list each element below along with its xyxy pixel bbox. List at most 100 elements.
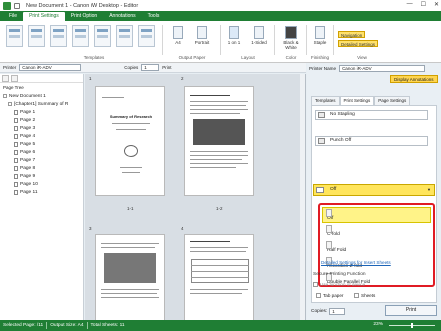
template-thumb[interactable] — [94, 25, 111, 47]
page-icon — [14, 133, 18, 139]
finishing-label: Finishing — [310, 55, 329, 60]
secure-function-checkbox[interactable]: Use function of device — [313, 282, 365, 287]
sheet-number: 1 — [89, 76, 92, 81]
preview-scrollbar[interactable] — [300, 74, 305, 320]
portrait-icon — [197, 26, 207, 39]
tree-page[interactable]: Page 11 — [0, 188, 83, 196]
printer-name-select[interactable]: Canon iR-ADV — [339, 64, 426, 72]
tree-page[interactable]: Page 8 — [0, 164, 83, 172]
tab-templates[interactable]: Templates — [311, 96, 340, 105]
zoom-level: 23% — [373, 322, 383, 327]
page-tree-title: Page Tree — [3, 85, 24, 90]
page-thumbnail-2[interactable] — [184, 86, 254, 196]
navigation-button[interactable]: Navigation — [338, 31, 366, 38]
secure-printing-title: Secure Printing Function — [313, 272, 366, 277]
title-bar: New Document 1 - Canon iW Desktop - Edit… — [0, 0, 441, 11]
tab-file[interactable]: File — [3, 12, 23, 21]
page-heading: Summary of Research — [109, 114, 153, 119]
template-thumb[interactable] — [6, 25, 23, 47]
printer-name-label: Printer Name — [309, 65, 337, 71]
display-annotations-button[interactable]: Display Annotations — [390, 75, 438, 83]
template-thumb[interactable] — [28, 25, 45, 47]
close-icon[interactable]: ✕ — [434, 1, 439, 8]
copies-label: Copies — [124, 65, 139, 70]
view-group: Navigation Detailed Settings View — [336, 23, 388, 60]
logo-image — [124, 145, 138, 157]
maximize-icon[interactable]: ☐ — [421, 1, 426, 8]
half-fold-icon — [326, 241, 332, 249]
ribbon-divider — [333, 25, 334, 55]
copies-row: Copies: 1 — [311, 307, 346, 316]
fold-option-c-fold[interactable]: C-fold — [322, 223, 431, 239]
window-title: New Document 1 - Canon iW Desktop - Edit… — [26, 2, 139, 9]
fold-icon — [316, 187, 324, 193]
minimize-icon[interactable]: — — [407, 1, 413, 8]
template-thumb[interactable] — [138, 25, 155, 47]
quick-access-icon[interactable] — [14, 2, 20, 9]
page-thumbnail-3[interactable] — [95, 234, 165, 320]
output-size-status: Output Size: A4 — [50, 323, 84, 328]
n-up-icon — [229, 26, 239, 39]
sheet-number: 2 — [181, 76, 184, 81]
template-thumb[interactable] — [50, 25, 67, 47]
paper-size-button[interactable]: A4 — [168, 26, 188, 45]
tree-page[interactable]: Page 3 — [0, 124, 83, 132]
color-mode-button[interactable]: Black & White — [278, 26, 304, 50]
chevron-down-icon: ▼ — [427, 187, 431, 192]
copies-input-panel[interactable]: 1 — [329, 308, 346, 315]
print-toolbar-button[interactable]: Print — [162, 65, 171, 70]
staple-button[interactable]: Staple — [309, 26, 331, 45]
tree-page[interactable]: Page 6 — [0, 148, 83, 156]
tree-page[interactable]: Page 5 — [0, 140, 83, 148]
fold-option-off[interactable]: Off — [322, 207, 431, 223]
punch-setting[interactable]: Punch Off — [315, 136, 428, 146]
tab-paper-checkbox[interactable]: Tab paper — [316, 293, 343, 298]
page-photo — [104, 253, 156, 283]
zoom-slider-handle[interactable] — [411, 323, 413, 328]
ribbon-tabs: File Print Settings Print Option Annotat… — [0, 11, 441, 21]
insert-sheets-link[interactable]: Detailed Settings for Insert Sheets — [321, 260, 391, 265]
tab-annotations[interactable]: Annotations — [103, 12, 141, 21]
fold-option-half-fold[interactable]: Half Fold — [322, 239, 431, 255]
templates-group: Templates — [4, 23, 184, 60]
tree-page[interactable]: Page 10 — [0, 180, 83, 188]
tree-page[interactable]: Page 2 — [0, 116, 83, 124]
tree-page[interactable]: Page 4 — [0, 132, 83, 140]
thumbnail-tab-icon[interactable] — [11, 75, 18, 82]
detailed-settings-button[interactable]: Detailed Settings — [338, 40, 379, 47]
tab-print-option[interactable]: Print Option — [65, 12, 103, 21]
print-button[interactable]: Print — [385, 305, 437, 316]
ribbon-divider — [306, 25, 307, 55]
app-icon — [3, 1, 11, 10]
template-thumb[interactable] — [72, 25, 89, 47]
staple-icon — [315, 26, 325, 39]
printer-select[interactable]: Canon iR-ADV — [19, 64, 82, 71]
fold-off-icon — [326, 209, 332, 217]
orientation-button[interactable]: Portrait — [190, 26, 214, 45]
copies-input[interactable]: 1 — [141, 64, 160, 71]
tab-print-settings-panel[interactable]: Print Settings — [339, 96, 375, 105]
tree-page[interactable]: Page 9 — [0, 172, 83, 180]
stapling-setting[interactable]: No Stapling — [315, 110, 428, 120]
tab-page-settings[interactable]: Page Settings — [374, 96, 411, 105]
ribbon-divider — [274, 25, 275, 55]
selected-page-status: Selected Page: /11 — [3, 323, 44, 328]
fold-dropdown[interactable]: Off ▼ — [313, 184, 435, 196]
duplex-button[interactable]: 1-Sided — [246, 26, 272, 45]
page-thumbnail-4[interactable] — [184, 234, 254, 320]
template-thumb[interactable] — [116, 25, 133, 47]
tree-tab-icon[interactable] — [2, 75, 9, 82]
black-white-icon — [285, 26, 297, 39]
sheet-number: 3 — [89, 226, 92, 231]
tree-page[interactable]: Page 1 — [0, 108, 83, 116]
tree-root[interactable]: New Document 1 — [0, 92, 83, 100]
page-photo — [193, 119, 245, 145]
tab-tools[interactable]: Tools — [142, 12, 166, 21]
tab-print-settings[interactable]: Print Settings — [23, 12, 65, 21]
sheets-checkbox[interactable]: Sheets — [354, 293, 375, 298]
page-thumbnail-1[interactable]: Summary of Research — [95, 86, 165, 196]
tree-page[interactable]: Page 7 — [0, 156, 83, 164]
pages-per-sheet-button[interactable]: 1 on 1 — [224, 26, 244, 45]
tree-chapter[interactable]: [Chapter1] Summary of R — [0, 100, 83, 108]
page-icon — [14, 181, 18, 187]
